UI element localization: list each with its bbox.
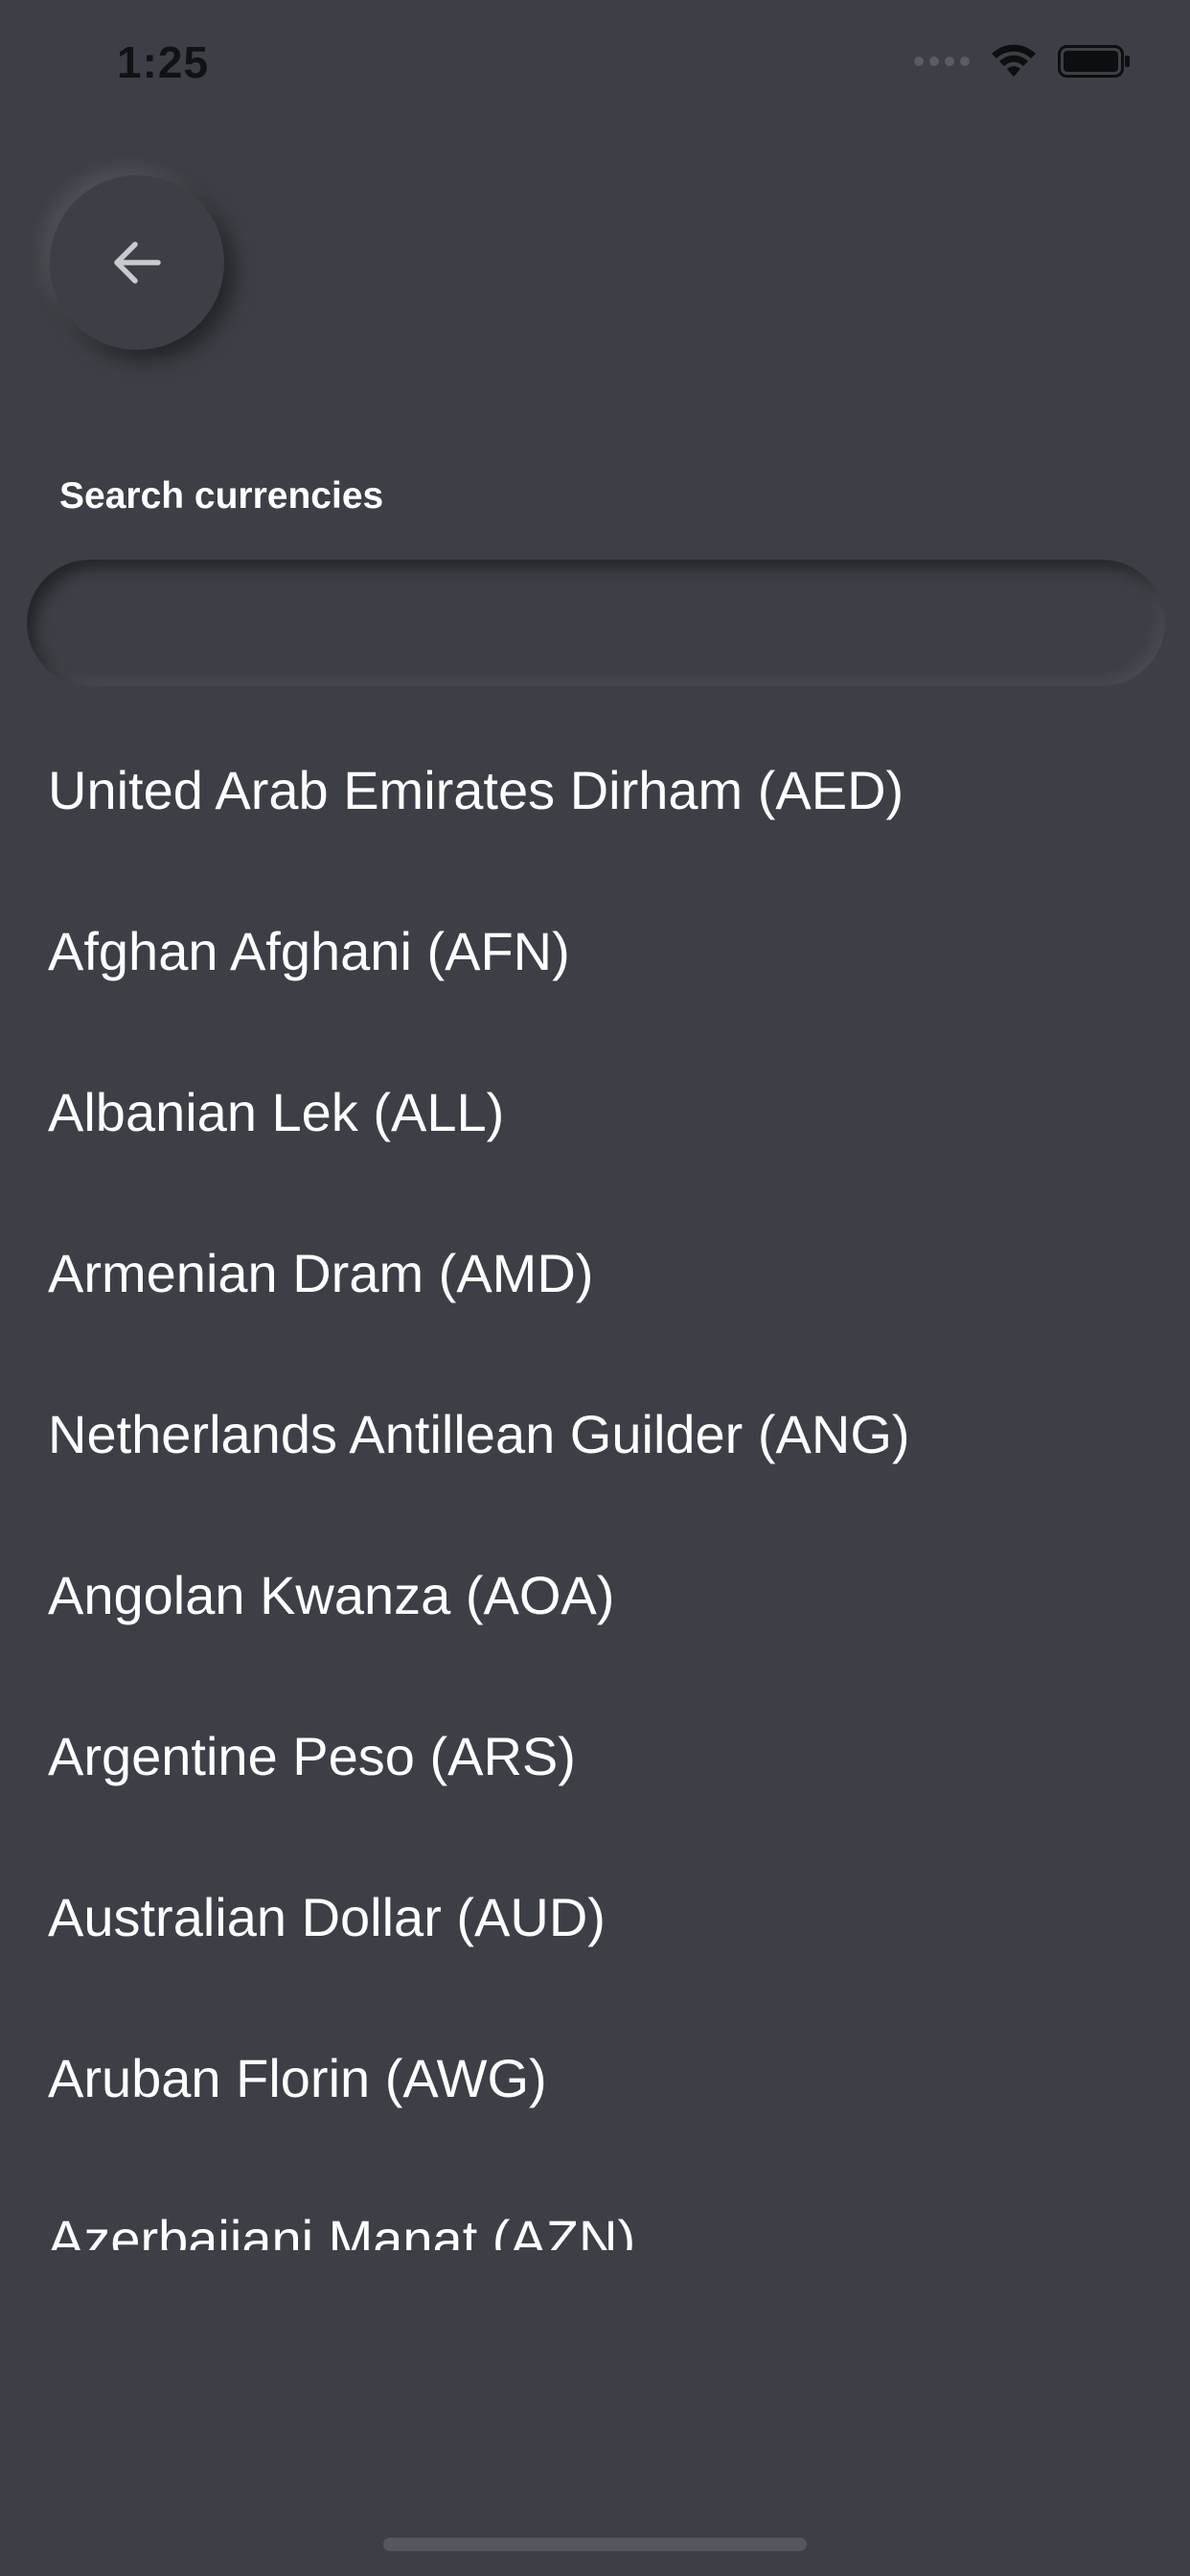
cellular-signal-icon [914, 57, 970, 66]
currency-item-azn[interactable]: Azerbaijani Manat (AZN) [0, 2158, 1190, 2251]
currency-item-awg[interactable]: Aruban Florin (AWG) [0, 1997, 1190, 2158]
status-time: 1:25 [117, 37, 210, 87]
currency-item-aed[interactable]: United Arab Emirates Dirham (AED) [0, 709, 1190, 870]
arrow-left-icon [114, 242, 161, 284]
search-input[interactable] [27, 560, 1165, 686]
currency-item-aud[interactable]: Australian Dollar (AUD) [0, 1836, 1190, 1997]
back-button[interactable] [50, 175, 224, 350]
status-icons [914, 44, 1131, 79]
currency-item-amd[interactable]: Armenian Dram (AMD) [0, 1192, 1190, 1353]
currency-picker-screen: 1:25 Search currencies United Arab Emira… [0, 0, 1190, 2576]
currency-list: United Arab Emirates Dirham (AED) Afghan… [0, 709, 1190, 2251]
search-label: Search currencies [59, 475, 384, 517]
currency-item-all[interactable]: Albanian Lek (ALL) [0, 1031, 1190, 1192]
currency-item-afn[interactable]: Afghan Afghani (AFN) [0, 870, 1190, 1031]
battery-icon [1058, 45, 1130, 78]
home-indicator[interactable] [383, 2538, 807, 2551]
currency-item-ang[interactable]: Netherlands Antillean Guilder (ANG) [0, 1353, 1190, 1514]
currency-item-aoa[interactable]: Angolan Kwanza (AOA) [0, 1514, 1190, 1675]
wifi-icon [992, 44, 1036, 77]
currency-item-ars[interactable]: Argentine Peso (ARS) [0, 1675, 1190, 1836]
